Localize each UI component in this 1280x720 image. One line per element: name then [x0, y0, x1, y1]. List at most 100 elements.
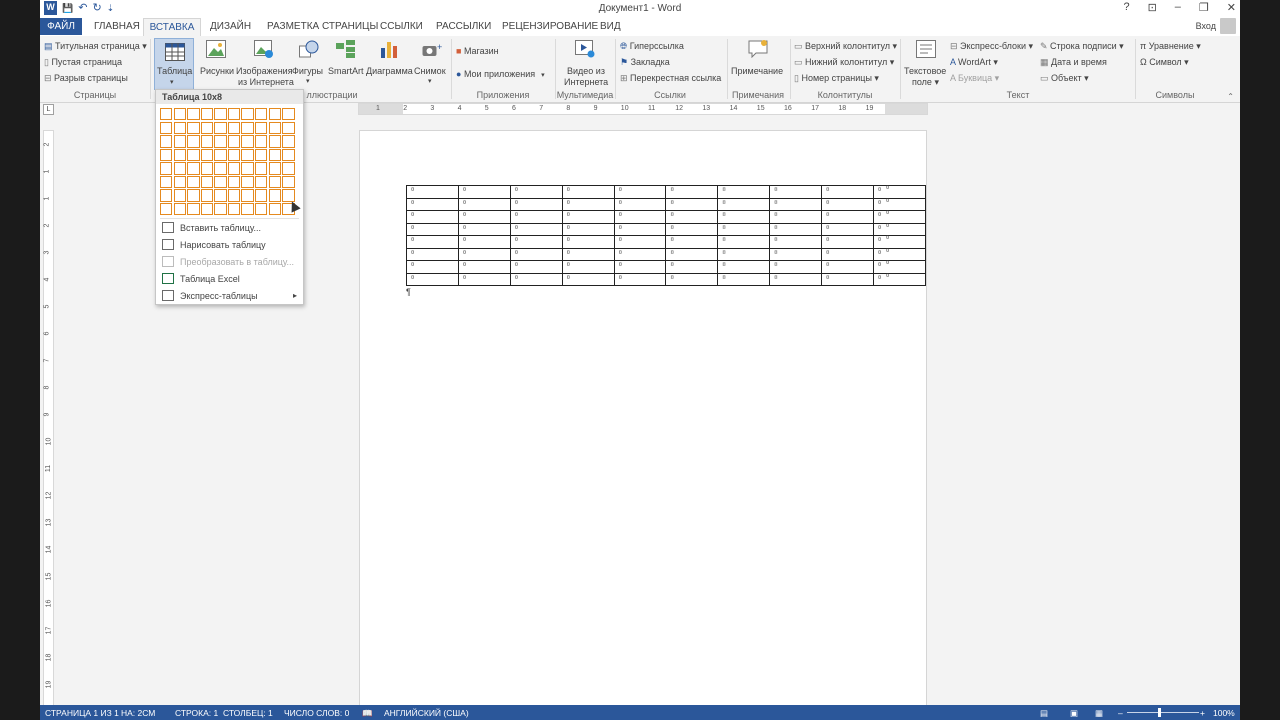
table-grid-cell[interactable]	[241, 135, 254, 148]
excel-table-item[interactable]: Таблица Excel	[156, 270, 303, 287]
table-grid-cell[interactable]	[282, 135, 295, 148]
table-cell[interactable]: ¤	[717, 235, 771, 249]
column-status[interactable]: СТОЛБЕЦ: 1	[223, 708, 273, 718]
table-grid-cell[interactable]	[268, 175, 282, 189]
print-layout-icon[interactable]: ▣	[1070, 708, 1078, 719]
table-grid-cell[interactable]	[214, 162, 227, 175]
tab-review[interactable]: РЕЦЕНЗИРОВАНИЕ	[502, 18, 598, 35]
drop-cap-button[interactable]: A Буквица ▾	[950, 73, 999, 84]
table-grid-cell[interactable]	[227, 148, 241, 162]
table-row[interactable]: ¤ ¤ ¤ ¤ ¤ ¤ ¤ ¤ ¤ ¤	[406, 235, 926, 249]
table-grid-cell[interactable]	[160, 189, 173, 202]
table-grid-cell[interactable]	[160, 203, 173, 216]
table-grid-cell[interactable]	[241, 148, 254, 162]
table-grid-cell[interactable]	[255, 189, 268, 202]
table-grid-cell[interactable]	[160, 162, 173, 175]
table-grid-cell[interactable]	[227, 175, 241, 189]
equation-button[interactable]: π Уравнение ▾	[1140, 41, 1201, 52]
signature-line-button[interactable]: ✎ Строка подписи ▾	[1040, 41, 1124, 52]
tab-selector[interactable]: L	[43, 104, 54, 115]
table-cell[interactable]: ¤	[613, 197, 667, 211]
table-row[interactable]: ¤ ¤ ¤ ¤ ¤ ¤ ¤ ¤ ¤ ¤	[406, 197, 926, 211]
table-cell[interactable]: ¤	[821, 235, 875, 249]
table-cell[interactable]: ¤	[457, 197, 511, 211]
tab-file[interactable]: ФАЙЛ	[40, 18, 82, 35]
table-cell[interactable]: ¤	[406, 260, 459, 274]
quick-parts-button[interactable]: ⊟ Экспресс-блоки ▾	[950, 41, 1033, 52]
table-cell[interactable]: ¤	[821, 222, 875, 236]
table-grid-cell[interactable]	[282, 108, 295, 121]
table-cell[interactable]: ¤	[457, 185, 511, 199]
table-cell[interactable]: ¤	[406, 197, 459, 211]
table-row[interactable]: ¤ ¤ ¤ ¤ ¤ ¤ ¤ ¤ ¤ ¤	[406, 210, 926, 224]
table-cell[interactable]: ¤	[717, 222, 771, 236]
comment-button[interactable]: Примечание	[730, 40, 786, 86]
table-grid-cell[interactable]	[173, 135, 186, 148]
table-grid-cell[interactable]	[282, 162, 295, 175]
symbol-button[interactable]: Ω Символ ▾	[1140, 57, 1189, 68]
table-grid-cell[interactable]	[173, 175, 186, 189]
language-status[interactable]: АНГЛИЙСКИЙ (США)	[384, 708, 469, 718]
table-grid-cell[interactable]	[255, 162, 268, 175]
table-grid-cell[interactable]	[160, 135, 173, 148]
document-page[interactable]: ¤ ¤ ¤ ¤ ¤ ¤ ¤ ¤ ¤ ¤ ¤ ¤ ¤ ¤ ¤ ¤ ¤ ¤ ¤ ¤ ¤ ¤ ¤ ¤ ¤ ¤ ¤ ¤ ¤ ¤ ¤ ¤ ¤ ¤ ¤ ¤ ¤ ¤ ¤ ¤…	[359, 130, 927, 712]
table-grid-cell[interactable]	[268, 162, 282, 175]
table-cell[interactable]: ¤	[873, 260, 926, 274]
tab-design[interactable]: ДИЗАЙН	[210, 18, 251, 35]
table-grid-cell[interactable]	[160, 121, 173, 134]
table-cell[interactable]: ¤	[769, 210, 823, 224]
read-mode-icon[interactable]: ▤	[1040, 708, 1048, 719]
table-grid-cell[interactable]	[241, 162, 254, 175]
page-break-button[interactable]: ⊟ Разрыв страницы	[44, 73, 128, 84]
table-grid-cell[interactable]	[255, 121, 268, 134]
table-grid-cell[interactable]	[227, 203, 241, 216]
table-grid-cell[interactable]	[241, 189, 254, 202]
table-grid-cell[interactable]	[227, 189, 241, 202]
table-cell[interactable]: ¤	[613, 222, 667, 236]
table-grid-cell[interactable]	[187, 175, 200, 189]
ribbon-display-options-button[interactable]: ⊡	[1148, 1, 1157, 14]
zoom-in-button[interactable]: +	[1200, 708, 1205, 718]
table-cell[interactable]: ¤	[509, 197, 563, 211]
table-grid-cell[interactable]	[187, 135, 200, 148]
hyperlink-button[interactable]: 🌐︎ Гиперссылка	[620, 41, 684, 52]
table-grid-cell[interactable]	[200, 189, 214, 202]
table-grid-cell[interactable]	[200, 108, 214, 121]
table-grid-cell[interactable]	[214, 189, 227, 202]
table-grid-cell[interactable]	[227, 108, 241, 121]
page-number-button[interactable]: ▯ Номер страницы ▾	[794, 73, 879, 84]
table-cell[interactable]: ¤	[561, 235, 615, 249]
table-cell[interactable]: ¤	[821, 260, 875, 274]
table-grid-cell[interactable]	[227, 135, 241, 148]
table-cell[interactable]: ¤	[769, 260, 823, 274]
zoom-out-button[interactable]: –	[1118, 708, 1123, 718]
zoom-slider[interactable]	[1127, 712, 1199, 713]
table-cell[interactable]: ¤	[457, 260, 511, 274]
table-grid-cell[interactable]	[200, 135, 214, 148]
help-button[interactable]: ?	[1123, 1, 1129, 14]
table-cell[interactable]: ¤	[873, 210, 926, 224]
table-grid-cell[interactable]	[200, 162, 214, 175]
table-cell[interactable]: ¤	[821, 197, 875, 211]
table-cell[interactable]: ¤	[509, 210, 563, 224]
footer-button[interactable]: ▭ Нижний колонтитул ▾	[794, 57, 894, 68]
table-grid-cell[interactable]	[214, 175, 227, 189]
table-grid-cell[interactable]	[268, 148, 282, 162]
document-table[interactable]: ¤ ¤ ¤ ¤ ¤ ¤ ¤ ¤ ¤ ¤ ¤ ¤ ¤ ¤ ¤ ¤ ¤ ¤ ¤ ¤ ¤ ¤ ¤ ¤ ¤ ¤ ¤ ¤ ¤ ¤ ¤ ¤ ¤ ¤ ¤ ¤ ¤ ¤ ¤ ¤…	[406, 185, 926, 286]
table-grid-cell[interactable]	[268, 135, 282, 148]
table-grid-cell[interactable]	[173, 203, 186, 216]
table-grid-cell[interactable]	[214, 108, 227, 121]
wordart-button[interactable]: A WordArt ▾	[950, 57, 998, 68]
table-cell[interactable]: ¤	[509, 247, 563, 261]
table-cell[interactable]: ¤	[717, 260, 771, 274]
cross-reference-button[interactable]: ⊞ Перекрестная ссылка	[620, 73, 721, 84]
table-grid-cell[interactable]	[241, 203, 254, 216]
table-cell[interactable]: ¤	[509, 235, 563, 249]
table-grid-cell[interactable]	[187, 108, 200, 121]
sign-in-label[interactable]: Вход	[1196, 21, 1216, 31]
table-grid-cell[interactable]	[241, 121, 254, 134]
table-grid-cell[interactable]	[241, 108, 254, 121]
table-cell[interactable]: ¤	[457, 222, 511, 236]
table-grid-cell[interactable]	[200, 203, 214, 216]
store-button[interactable]: ■ Магазин	[456, 46, 499, 56]
